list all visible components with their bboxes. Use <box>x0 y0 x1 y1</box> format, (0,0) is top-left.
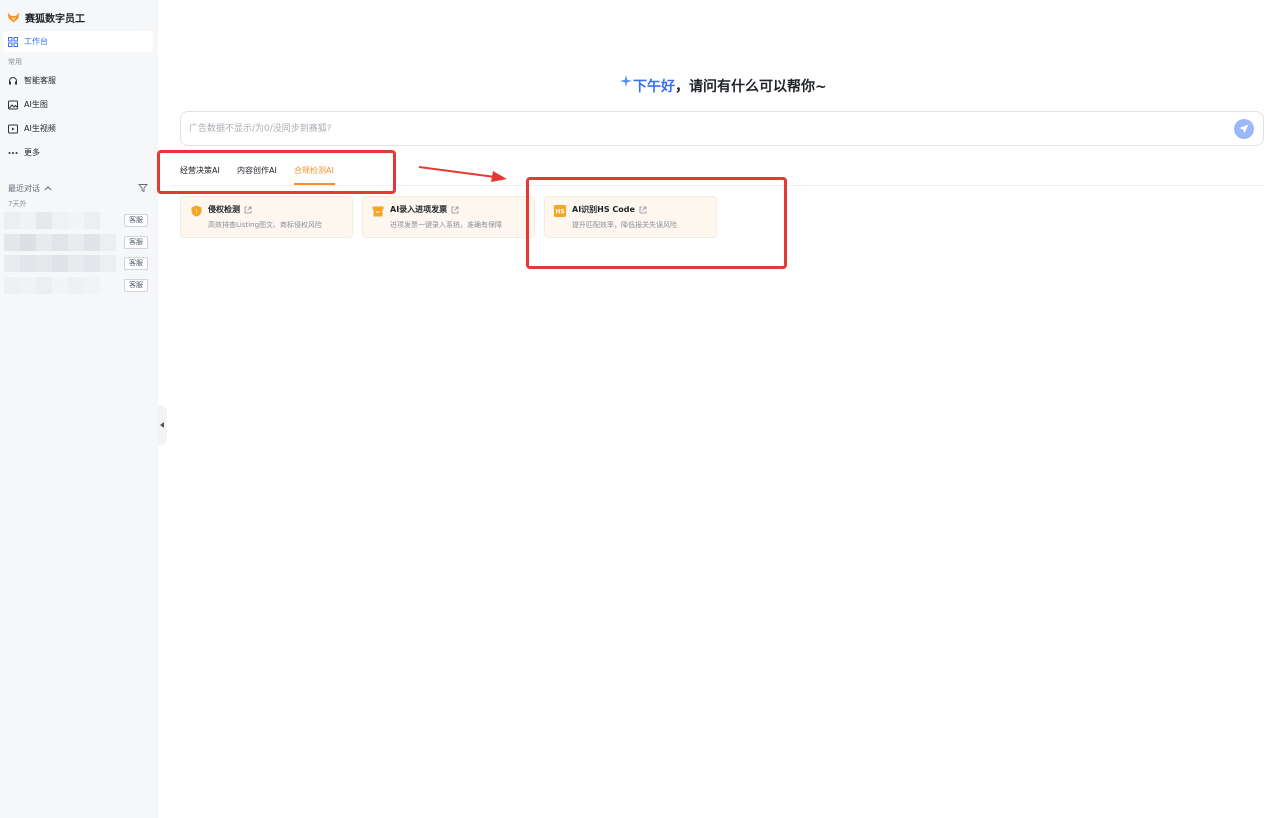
section-label-common: 常用 <box>8 58 22 66</box>
external-link-icon[interactable] <box>244 206 252 214</box>
annotation-arrow-icon <box>418 166 507 182</box>
greeting-text: ，请问有什么可以帮你~ <box>675 79 827 95</box>
sidebar-item-smart-service[interactable]: 智能客服 <box>3 70 153 91</box>
sidebar-item-label: AI生图 <box>24 100 48 109</box>
external-link-icon[interactable] <box>451 206 459 214</box>
blurred-conversation-title <box>4 255 116 272</box>
sidebar-item-more[interactable]: 更多 <box>3 142 153 163</box>
sidebar: 赛狐数字员工 工作台 常用 智能客服 AI生图 AI生视频 更多 最近对话 7天… <box>0 0 158 818</box>
recent-title: 最近对话 <box>8 183 40 193</box>
chat-input[interactable] <box>189 121 1189 137</box>
card-desc: 进项发票一键录入系统，准确有保障 <box>390 221 502 229</box>
sidebar-item-label: 工作台 <box>24 37 48 46</box>
sparkle-icon <box>620 75 632 87</box>
invoice-icon <box>372 205 384 217</box>
more-icon <box>8 148 18 158</box>
conversation-tag: 客服 <box>124 257 148 270</box>
conversation-item[interactable]: 客服 <box>4 277 148 294</box>
chat-input-box <box>180 111 1264 146</box>
sidebar-item-label: 更多 <box>24 148 40 157</box>
svg-text:!: ! <box>195 209 197 216</box>
conversation-item[interactable]: 客服 <box>4 212 148 229</box>
recent-conversations-header: 最近对话 <box>8 182 148 194</box>
card-title: 侵权检测 <box>208 204 252 215</box>
fox-logo-icon <box>7 12 20 22</box>
card-ai-invoice-entry[interactable]: AI录入进项发票 进项发票一键录入系统，准确有保障 <box>362 196 535 238</box>
sidebar-collapse-handle[interactable] <box>157 405 167 445</box>
sidebar-item-ai-image[interactable]: AI生图 <box>3 94 153 115</box>
app-root: 赛狐数字员工 工作台 常用 智能客服 AI生图 AI生视频 更多 最近对话 7天… <box>0 0 1280 818</box>
card-title-text: 侵权检测 <box>208 205 240 214</box>
sidebar-item-workbench[interactable]: 工作台 <box>3 31 153 52</box>
annotation-highlight-tabs <box>157 150 396 194</box>
blurred-conversation-title <box>4 212 100 229</box>
conversation-item[interactable]: 客服 <box>4 255 148 272</box>
greeting-time: 下午好 <box>633 79 675 95</box>
card-title-text: AI录入进项发票 <box>390 205 448 214</box>
filter-icon[interactable] <box>138 183 148 193</box>
conversation-tag: 客服 <box>124 236 148 249</box>
sidebar-item-label: 智能客服 <box>24 76 56 85</box>
caret-left-icon <box>159 422 164 428</box>
image-icon <box>8 100 18 110</box>
card-infringement-check[interactable]: ! 侵权检测 高效排查Listing图文、商标侵权风险 <box>180 196 353 238</box>
card-desc: 高效排查Listing图文、商标侵权风险 <box>208 221 323 229</box>
send-button[interactable] <box>1234 119 1254 139</box>
card-title: AI录入进项发票 <box>390 204 459 215</box>
sidebar-item-ai-video[interactable]: AI生视频 <box>3 118 153 139</box>
conversation-tag: 客服 <box>124 279 148 292</box>
chevron-up-icon[interactable] <box>44 185 52 191</box>
shield-icon: ! <box>190 205 202 217</box>
recent-group-label: 7天外 <box>8 200 27 208</box>
video-icon <box>8 124 18 134</box>
greeting: 下午好 ，请问有什么可以帮你~ <box>620 74 827 98</box>
brand[interactable]: 赛狐数字员工 <box>7 9 85 25</box>
blurred-conversation-title <box>4 277 100 294</box>
brand-name: 赛狐数字员工 <box>25 13 85 25</box>
grid-icon <box>8 36 18 47</box>
blurred-conversation-title <box>4 234 116 251</box>
annotation-highlight-hs-card <box>526 177 787 269</box>
sidebar-item-label: AI生视频 <box>24 124 56 133</box>
conversation-item[interactable]: 客服 <box>4 234 148 251</box>
headset-icon <box>8 76 18 86</box>
send-icon <box>1239 124 1249 133</box>
conversation-tag: 客服 <box>124 214 148 227</box>
